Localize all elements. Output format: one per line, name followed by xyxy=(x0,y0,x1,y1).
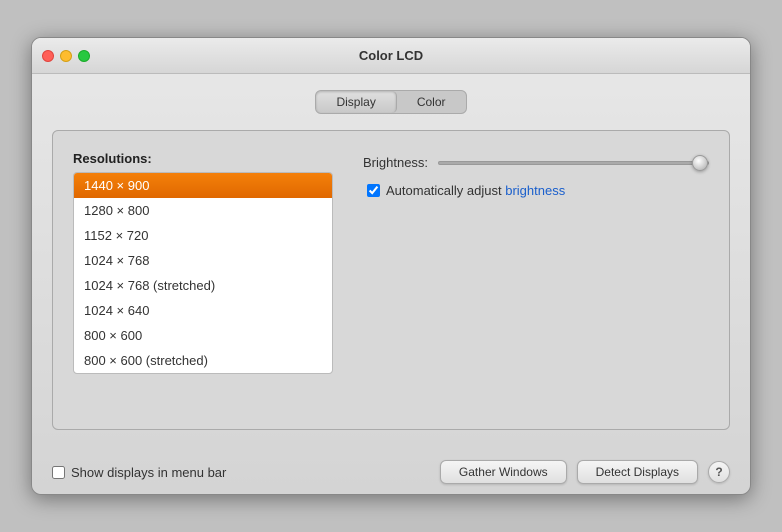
brightness-row: Brightness: xyxy=(363,155,709,170)
detect-displays-button[interactable]: Detect Displays xyxy=(577,460,698,484)
panel-body: Resolutions: 1440 × 900 1280 × 800 1152 … xyxy=(73,151,709,374)
maximize-button[interactable] xyxy=(78,50,90,62)
auto-brightness-row: Automatically adjust brightness xyxy=(363,182,709,200)
window-title: Color LCD xyxy=(359,48,423,63)
help-button[interactable]: ? xyxy=(708,461,730,483)
main-window: Color LCD Display Color Resolutions: 144… xyxy=(31,37,751,495)
minimize-button[interactable] xyxy=(60,50,72,62)
list-item[interactable]: 1024 × 640 xyxy=(74,298,332,323)
tab-bar: Display Color xyxy=(52,90,730,114)
gather-windows-button[interactable]: Gather Windows xyxy=(440,460,567,484)
tab-display[interactable]: Display xyxy=(316,91,396,113)
list-item[interactable]: 800 × 600 xyxy=(74,323,332,348)
brightness-slider-thumb[interactable] xyxy=(692,155,708,171)
auto-brightness-label: Automatically adjust brightness xyxy=(386,182,565,200)
left-panel: Resolutions: 1440 × 900 1280 × 800 1152 … xyxy=(73,151,333,374)
list-item[interactable]: 800 × 600 (stretched) xyxy=(74,348,332,373)
show-menu-bar-row: Show displays in menu bar xyxy=(52,465,226,480)
auto-brightness-checkbox[interactable] xyxy=(367,184,380,197)
bottom-buttons: Gather Windows Detect Displays ? xyxy=(440,460,730,484)
brightness-label: Brightness: xyxy=(363,155,428,170)
traffic-lights xyxy=(42,50,90,62)
tab-color[interactable]: Color xyxy=(397,91,466,113)
show-menu-bar-checkbox[interactable] xyxy=(52,466,65,479)
show-menu-bar-label: Show displays in menu bar xyxy=(71,465,226,480)
list-item[interactable]: 1024 × 768 xyxy=(74,248,332,273)
titlebar: Color LCD xyxy=(32,38,750,74)
tab-group: Display Color xyxy=(315,90,466,114)
resolutions-label: Resolutions: xyxy=(73,151,333,166)
bottom-bar: Show displays in menu bar Gather Windows… xyxy=(32,446,750,494)
resolutions-list: 1440 × 900 1280 × 800 1152 × 720 1024 × … xyxy=(73,172,333,374)
auto-brightness-text-highlight: brightness xyxy=(505,183,565,198)
right-panel: Brightness: Automatically adjust brightn… xyxy=(363,151,709,374)
list-item[interactable]: 1440 × 900 xyxy=(74,173,332,198)
main-panel: Resolutions: 1440 × 900 1280 × 800 1152 … xyxy=(52,130,730,430)
auto-brightness-text-part1: Automatically adjust xyxy=(386,183,505,198)
list-item[interactable]: 1280 × 800 xyxy=(74,198,332,223)
list-item[interactable]: 1024 × 768 (stretched) xyxy=(74,273,332,298)
close-button[interactable] xyxy=(42,50,54,62)
window-content: Display Color Resolutions: 1440 × 900 12… xyxy=(32,74,750,446)
brightness-slider-track[interactable] xyxy=(438,161,709,165)
list-item[interactable]: 1152 × 720 xyxy=(74,223,332,248)
